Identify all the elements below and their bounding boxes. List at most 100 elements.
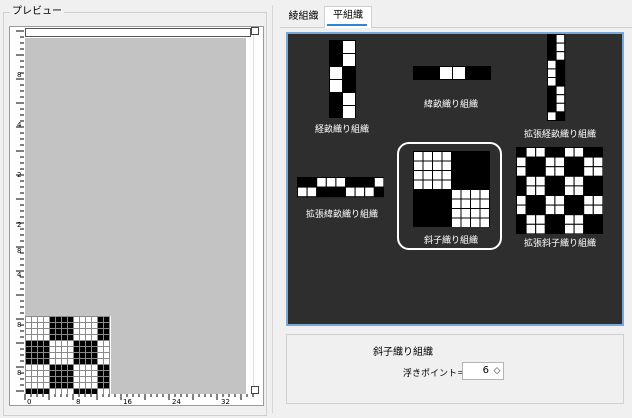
weave-cell	[441, 170, 452, 181]
weave-label-extended-basket[interactable]: 拡張斜子織り組織	[524, 236, 596, 249]
preview-cell	[43, 370, 50, 377]
weave-cell	[535, 156, 546, 168]
weave-cell	[544, 147, 556, 158]
preview-cell	[25, 340, 32, 347]
weave-cell	[516, 156, 527, 168]
preview-cell	[97, 370, 104, 377]
weave-cell	[525, 195, 537, 206]
preview-cell	[31, 358, 38, 365]
preview-cell	[67, 322, 74, 329]
preview-cell	[49, 358, 56, 365]
basket-weave-pattern[interactable]	[413, 151, 490, 227]
weave-cell	[592, 156, 603, 168]
tab-twill-weave[interactable]: 綾組織	[281, 8, 326, 26]
weft-rib-weave-pattern[interactable]	[413, 66, 491, 80]
weave-cell	[460, 179, 471, 190]
preview-cell	[55, 328, 62, 335]
weave-cell	[451, 151, 462, 162]
preview-title: プレビュー	[10, 6, 64, 18]
extended-basket-weave-pattern[interactable]	[516, 147, 603, 234]
weave-cell	[441, 160, 452, 171]
preview-cell	[73, 382, 80, 389]
preview-cell	[97, 328, 104, 335]
preview-cell	[85, 322, 92, 329]
weave-cell	[413, 160, 424, 171]
weave-cell	[547, 94, 557, 104]
weave-cell	[547, 51, 557, 61]
preview-cell	[79, 352, 86, 359]
vruler-label: 2	[17, 171, 21, 179]
preview-top-strip	[25, 28, 251, 37]
weave-cell	[555, 102, 566, 113]
preview-cell	[73, 316, 80, 323]
preview-cell	[103, 370, 110, 377]
preview-cell	[37, 382, 44, 389]
preview-cell	[25, 316, 32, 323]
preview-cell	[91, 322, 98, 329]
preview-cell	[49, 346, 56, 353]
preview-cell	[73, 346, 80, 353]
warp-rib-weave-pattern[interactable]	[329, 40, 356, 118]
float-point-value[interactable]: 6	[463, 363, 489, 379]
weave-cell	[555, 59, 566, 70]
preview-cell	[103, 358, 110, 365]
weave-cell	[592, 204, 603, 216]
weave-cell	[439, 79, 453, 80]
weave-cell	[478, 79, 491, 80]
weave-cell	[422, 179, 433, 190]
preview-cell	[61, 370, 68, 377]
weave-cell	[516, 166, 527, 177]
tab-selected-indicator	[327, 24, 367, 26]
weave-cell	[544, 223, 556, 234]
preview-vertical-scrollbar[interactable]	[253, 27, 263, 394]
preview-cell	[97, 346, 104, 353]
extended-weft-rib-weave-pattern[interactable]	[297, 177, 384, 201]
weave-cell	[535, 185, 546, 197]
vruler-label: 4	[17, 121, 22, 129]
weave-cell	[479, 170, 490, 181]
preview-cell	[49, 370, 56, 377]
preview-cell	[37, 316, 44, 323]
weave-cell	[573, 175, 585, 187]
weave-cell	[329, 40, 343, 54]
preview-cell	[73, 322, 80, 329]
weave-cell	[554, 223, 566, 234]
weave-cell	[564, 166, 575, 177]
weave-cell	[555, 111, 566, 121]
weave-cell	[470, 179, 481, 190]
preview-cell	[79, 340, 86, 347]
preview-cell	[103, 334, 110, 341]
weave-cell	[547, 102, 557, 113]
preview-cell	[25, 346, 32, 353]
preview-cell	[61, 322, 68, 329]
vertical-ruler: 8 4 2 2 8 4 8 8	[16, 30, 24, 392]
weave-cell	[554, 175, 566, 187]
weave-cell	[573, 147, 585, 158]
weave-cell	[329, 79, 343, 93]
float-point-stepper[interactable]: 6 ◇	[462, 362, 504, 380]
preview-cell	[49, 382, 56, 389]
preview-cell	[37, 328, 44, 335]
preview-cell	[43, 364, 50, 371]
weave-cell	[316, 177, 327, 188]
weave-cell	[583, 223, 594, 234]
preview-cell	[25, 334, 32, 341]
weave-cell	[470, 189, 481, 200]
weave-cell	[465, 79, 479, 80]
extended-warp-rib-weave-pattern[interactable]	[547, 34, 574, 121]
weave-cell	[345, 177, 356, 188]
weave-cell	[592, 147, 603, 158]
weave-label-basket[interactable]: 斜子織り組織	[424, 233, 478, 246]
preview-cell	[103, 376, 110, 383]
preview-cell	[67, 352, 74, 359]
stepper-updown-icon[interactable]: ◇	[492, 364, 502, 378]
weave-cell	[342, 66, 356, 80]
preview-cell	[25, 328, 32, 335]
weave-label-extended-warp-rib[interactable]: 拡張経畝織り組織	[524, 127, 596, 140]
weave-label-extended-weft-rib[interactable]: 拡張緯畝織り組織	[306, 207, 378, 220]
weave-cell	[451, 160, 462, 171]
weave-label-warp-rib[interactable]: 経畝織り組織	[315, 122, 369, 135]
weave-cell	[554, 195, 566, 206]
weave-label-weft-rib[interactable]: 緯畝織り組織	[424, 97, 478, 110]
preview-cell	[91, 328, 98, 335]
